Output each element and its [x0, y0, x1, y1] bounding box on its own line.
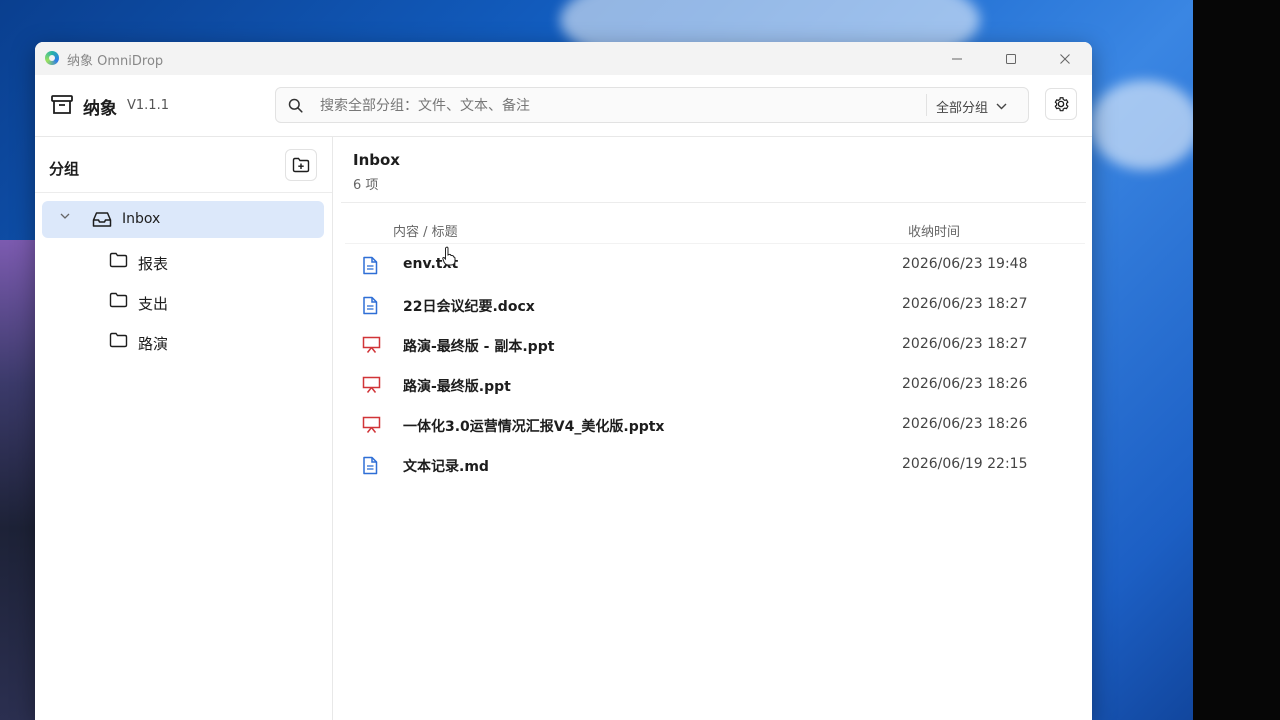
app-window: 纳象 OmniDrop 纳象 V1.1.1 全部分组: [35, 42, 1092, 720]
folder-icon: [109, 252, 128, 268]
maximize-icon: [1006, 53, 1016, 64]
document-icon: [363, 456, 378, 475]
presentation-icon: [362, 416, 381, 433]
presentation-icon: [362, 336, 381, 353]
chevron-down-icon[interactable]: [60, 213, 70, 220]
minimize-icon: [952, 58, 962, 59]
sidebar-item-inbox[interactable]: Inbox: [42, 201, 324, 238]
app-logo-icon: [45, 51, 59, 65]
table-row[interactable]: 路演-最终版.ppt 2026/06/23 18:26: [345, 366, 1085, 404]
folder-plus-icon: [292, 157, 310, 173]
item-time: 2026/06/23 19:48: [902, 256, 1028, 272]
item-name: 路演-最终版.ppt: [403, 379, 511, 395]
sidebar-item-label: Inbox: [122, 211, 161, 227]
sidebar-title: 分组: [49, 160, 80, 178]
background-cloud: [1090, 80, 1200, 170]
document-icon: [363, 256, 378, 275]
item-time: 2026/06/23 18:27: [902, 296, 1028, 312]
sidebar-item-reports[interactable]: 报表: [109, 246, 309, 276]
sidebar-item-label: 路演: [138, 335, 169, 353]
group-scope-label: 全部分组: [936, 101, 989, 116]
new-group-button[interactable]: [285, 149, 317, 181]
group-sidebar: 分组 Inbox 报表 支出 路演: [35, 137, 333, 720]
wallpaper-dark-strip: [1193, 0, 1280, 720]
column-header-content[interactable]: 内容 / 标题: [393, 221, 458, 240]
close-button[interactable]: [1042, 46, 1088, 71]
item-count: 6 项: [353, 178, 379, 193]
inbox-icon: [92, 212, 112, 227]
folder-icon: [109, 292, 128, 308]
search-box[interactable]: 全部分组: [275, 87, 1029, 123]
item-name: 路演-最终版 - 副本.ppt: [403, 339, 555, 355]
item-time: 2026/06/19 22:15: [902, 456, 1028, 472]
item-name: 22日会议纪要.docx: [403, 299, 535, 315]
close-icon: [1060, 53, 1070, 64]
window-title: 纳象 OmniDrop: [67, 54, 164, 69]
folder-icon: [109, 332, 128, 348]
group-scope-dropdown[interactable]: 全部分组: [936, 97, 1007, 116]
wallpaper-art: [0, 240, 36, 720]
gear-icon: [1054, 97, 1069, 112]
item-time: 2026/06/23 18:27: [902, 336, 1028, 352]
sidebar-divider: [35, 192, 332, 193]
sidebar-item-roadshow[interactable]: 路演: [109, 326, 309, 356]
item-time: 2026/06/23 18:26: [902, 416, 1028, 432]
title-bar[interactable]: 纳象 OmniDrop: [35, 42, 1092, 75]
presentation-icon: [362, 376, 381, 393]
table-row[interactable]: env.txt 2026/06/23 19:48: [345, 246, 1085, 284]
maximize-button[interactable]: [988, 46, 1034, 71]
hand-cursor-icon: [442, 246, 456, 266]
document-icon: [363, 296, 378, 315]
table-row[interactable]: 一体化3.0运营情况汇报V4_美化版.pptx 2026/06/23 18:26: [345, 406, 1085, 444]
archive-box-icon: [51, 95, 73, 114]
item-list-panel: Inbox 6 项 内容 / 标题 收纳时间 env.txt 2026/06/2…: [333, 137, 1092, 720]
page-title: Inbox: [353, 151, 400, 169]
settings-button[interactable]: [1045, 88, 1077, 120]
item-name: 一体化3.0运营情况汇报V4_美化版.pptx: [403, 419, 665, 435]
search-input[interactable]: [320, 88, 920, 122]
sidebar-item-label: 支出: [138, 295, 169, 313]
sidebar-item-expenses[interactable]: 支出: [109, 286, 309, 316]
app-version: V1.1.1: [127, 98, 169, 113]
sidebar-item-label: 报表: [138, 255, 169, 273]
table-row[interactable]: 22日会议纪要.docx 2026/06/23 18:27: [345, 286, 1085, 324]
search-separator: [926, 94, 927, 116]
table-row[interactable]: 路演-最终版 - 副本.ppt 2026/06/23 18:27: [345, 326, 1085, 364]
brand-name: 纳象: [83, 99, 117, 119]
chevron-down-icon: [996, 103, 1007, 110]
app-header: 纳象 V1.1.1 全部分组: [35, 75, 1092, 137]
table-row[interactable]: 文本记录.md 2026/06/19 22:15: [345, 446, 1085, 484]
column-divider: [345, 243, 1085, 244]
column-header-time[interactable]: 收纳时间: [908, 221, 960, 240]
item-name: 文本记录.md: [403, 459, 489, 475]
header-divider: [341, 202, 1086, 203]
minimize-button[interactable]: [934, 46, 980, 71]
search-icon: [288, 98, 303, 113]
item-time: 2026/06/23 18:26: [902, 376, 1028, 392]
